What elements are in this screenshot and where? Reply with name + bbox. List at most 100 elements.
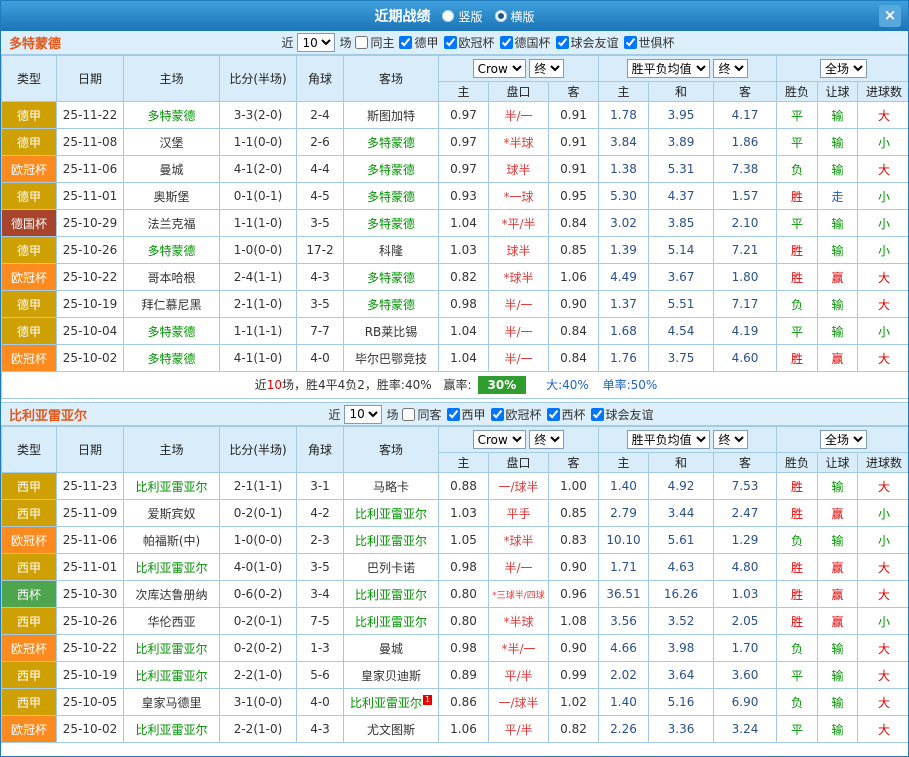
checkbox-input[interactable] (590, 407, 604, 421)
filter-checkbox-德甲[interactable]: 德甲 (399, 34, 439, 51)
filter-bar: 近 10 场 同客 西甲 欧冠杯 西杯 球会友谊 (328, 404, 658, 424)
match-date: 25-10-26 (56, 236, 124, 264)
scope-header: 全场 (776, 55, 908, 82)
handicap-time-select[interactable]: 终 (529, 430, 565, 449)
filter-checkbox-同客[interactable]: 同客 (402, 406, 442, 423)
result-label: 胜 (776, 580, 819, 608)
league-badge: 西杯 (1, 580, 57, 608)
match-score: 0-1(0-1) (219, 182, 297, 210)
handicap-home-odds: 0.97 (438, 128, 489, 156)
away-team: 多特蒙德 (343, 182, 439, 210)
handicap-result-label: 输 (817, 101, 859, 129)
avg-draw-odds: 3.95 (648, 101, 715, 129)
near-label: 近 (281, 36, 294, 50)
winrate-value-badge: 30% (477, 376, 527, 394)
checkbox-input[interactable] (555, 36, 569, 49)
goals-label: 小 (857, 209, 908, 237)
handicap-result-label: 赢 (817, 263, 859, 291)
match-row: 西甲 25-11-23 比利亚雷亚尔 2-1(1-1) 3-1 马略卡 0.88 一/球半 1.… (1, 472, 908, 500)
filter-checkbox-欧冠杯[interactable]: 欧冠杯 (490, 406, 542, 423)
wdl-time-select[interactable]: 终 (713, 430, 749, 449)
table-header-row-top: 类型 日期 主场 比分(半场) 角球 客场 Crow 终 胜平负均值 终 全场 (1, 55, 908, 102)
layout-radio-竖版[interactable]: 竖版 (442, 8, 483, 25)
match-date: 25-10-02 (56, 715, 124, 743)
avg-draw-odds: 5.14 (648, 236, 715, 264)
close-icon[interactable]: × (879, 5, 901, 27)
wdl-time-select[interactable]: 终 (713, 59, 749, 78)
layout-radio-横版[interactable]: 横版 (494, 8, 535, 25)
scope-select[interactable]: 全场 (820, 59, 868, 78)
sub-header-handicap: 盘口 (488, 452, 549, 473)
section-header-1: 多特蒙德 近 10 场 同主 德甲 欧冠杯 德国杯 球会友谊 世俱杯 (1, 31, 908, 55)
checkbox-input[interactable] (443, 36, 457, 49)
handicap-line: 平/半 (488, 715, 549, 743)
match-count-select[interactable]: 10 (297, 33, 336, 52)
handicap-home-odds: 0.98 (438, 553, 489, 581)
handicap-home-odds: 0.97 (438, 155, 489, 183)
checkbox-input[interactable] (546, 407, 560, 421)
avg-draw-odds: 4.63 (648, 553, 715, 581)
checkbox-input[interactable] (399, 36, 413, 49)
checkbox-input[interactable] (402, 407, 416, 421)
avg-home-odds: 2.26 (598, 715, 650, 743)
handicap-line: *平/半 (488, 209, 549, 237)
result-label: 胜 (776, 553, 819, 581)
checkbox-input[interactable] (623, 36, 637, 49)
result-label: 平 (776, 715, 819, 743)
radio-icon (494, 10, 507, 22)
handicap-result-label: 赢 (817, 607, 859, 635)
match-row: 欧冠杯 25-10-22 比利亚雷亚尔 0-2(0-2) 1-3 曼城 0.98 *半/一 0.… (1, 634, 908, 662)
handicap-away-odds: 0.84 (547, 209, 600, 237)
match-row: 德甲 25-10-04 多特蒙德 1-1(1-1) 7-7 RB莱比锡 1.04 半/一 0.8… (1, 317, 908, 345)
sub-header-handicap: 盘口 (488, 81, 549, 102)
handicap-time-select[interactable]: 终 (529, 59, 565, 78)
scope-select[interactable]: 全场 (820, 430, 868, 449)
summary-winrate-label: 赢率: (443, 378, 472, 392)
match-row: 德甲 25-11-22 多特蒙德 3-3(2-0) 2-4 斯图加特 0.97 半/一 0.91… (1, 101, 908, 129)
handicap-away-odds: 0.84 (547, 317, 600, 345)
corner-score: 1-3 (296, 634, 344, 662)
sub-header-home-odds: 主 (438, 452, 489, 473)
handicap-home-odds: 1.04 (438, 209, 489, 237)
filter-checkbox-世俱杯[interactable]: 世俱杯 (623, 34, 675, 51)
filter-checkbox-德国杯[interactable]: 德国杯 (499, 34, 551, 51)
result-label: 胜 (776, 607, 819, 635)
avg-home-odds: 10.10 (598, 526, 650, 554)
goals-label: 小 (857, 236, 908, 264)
wdl-avg-select[interactable]: 胜平负均值 (626, 59, 710, 78)
avg-draw-odds: 4.37 (648, 182, 715, 210)
col-header-away: 客场 (343, 55, 439, 102)
avg-draw-odds: 3.36 (648, 715, 715, 743)
match-row: 西甲 25-11-01 比利亚雷亚尔 4-0(1-0) 3-5 巴列卡诺 0.98 半/一 0.… (1, 553, 908, 581)
checkbox-input[interactable] (490, 407, 504, 421)
home-team: 法兰克福 (123, 209, 220, 237)
match-score: 4-0(1-0) (219, 553, 297, 581)
filter-checkbox-球会友谊[interactable]: 球会友谊 (555, 34, 619, 51)
match-count-select[interactable]: 10 (344, 404, 383, 424)
match-score: 0-2(0-2) (219, 634, 297, 662)
filter-checkbox-欧冠杯[interactable]: 欧冠杯 (443, 34, 495, 51)
filter-checkbox-西甲[interactable]: 西甲 (446, 406, 486, 423)
col-header-away: 客场 (343, 426, 439, 473)
goals-label: 小 (857, 499, 908, 527)
checkbox-input[interactable] (355, 36, 369, 49)
away-team: 多特蒙德 (343, 263, 439, 291)
away-team: 比利亚雷亚尔 (343, 580, 439, 608)
result-label: 胜 (776, 182, 819, 210)
league-badge: 德甲 (1, 182, 57, 210)
league-badge: 德甲 (1, 101, 57, 129)
checkbox-input[interactable] (446, 407, 460, 421)
wdl-avg-select[interactable]: 胜平负均值 (626, 430, 710, 449)
handicap-result-label: 赢 (817, 344, 859, 372)
filter-checkbox-西杯[interactable]: 西杯 (546, 406, 586, 423)
handicap-result-label: 输 (817, 290, 859, 318)
home-team: 比利亚雷亚尔 (123, 553, 220, 581)
filter-checkbox-球会友谊[interactable]: 球会友谊 (590, 406, 654, 423)
checkbox-input[interactable] (499, 36, 513, 49)
avg-draw-odds: 3.44 (648, 499, 715, 527)
avg-away-odds: 1.86 (713, 128, 778, 156)
bookmaker-select[interactable]: Crow (472, 59, 526, 78)
radio-label: 竖版 (458, 9, 483, 24)
filter-checkbox-同主[interactable]: 同主 (355, 34, 394, 51)
bookmaker-select[interactable]: Crow (472, 430, 526, 449)
